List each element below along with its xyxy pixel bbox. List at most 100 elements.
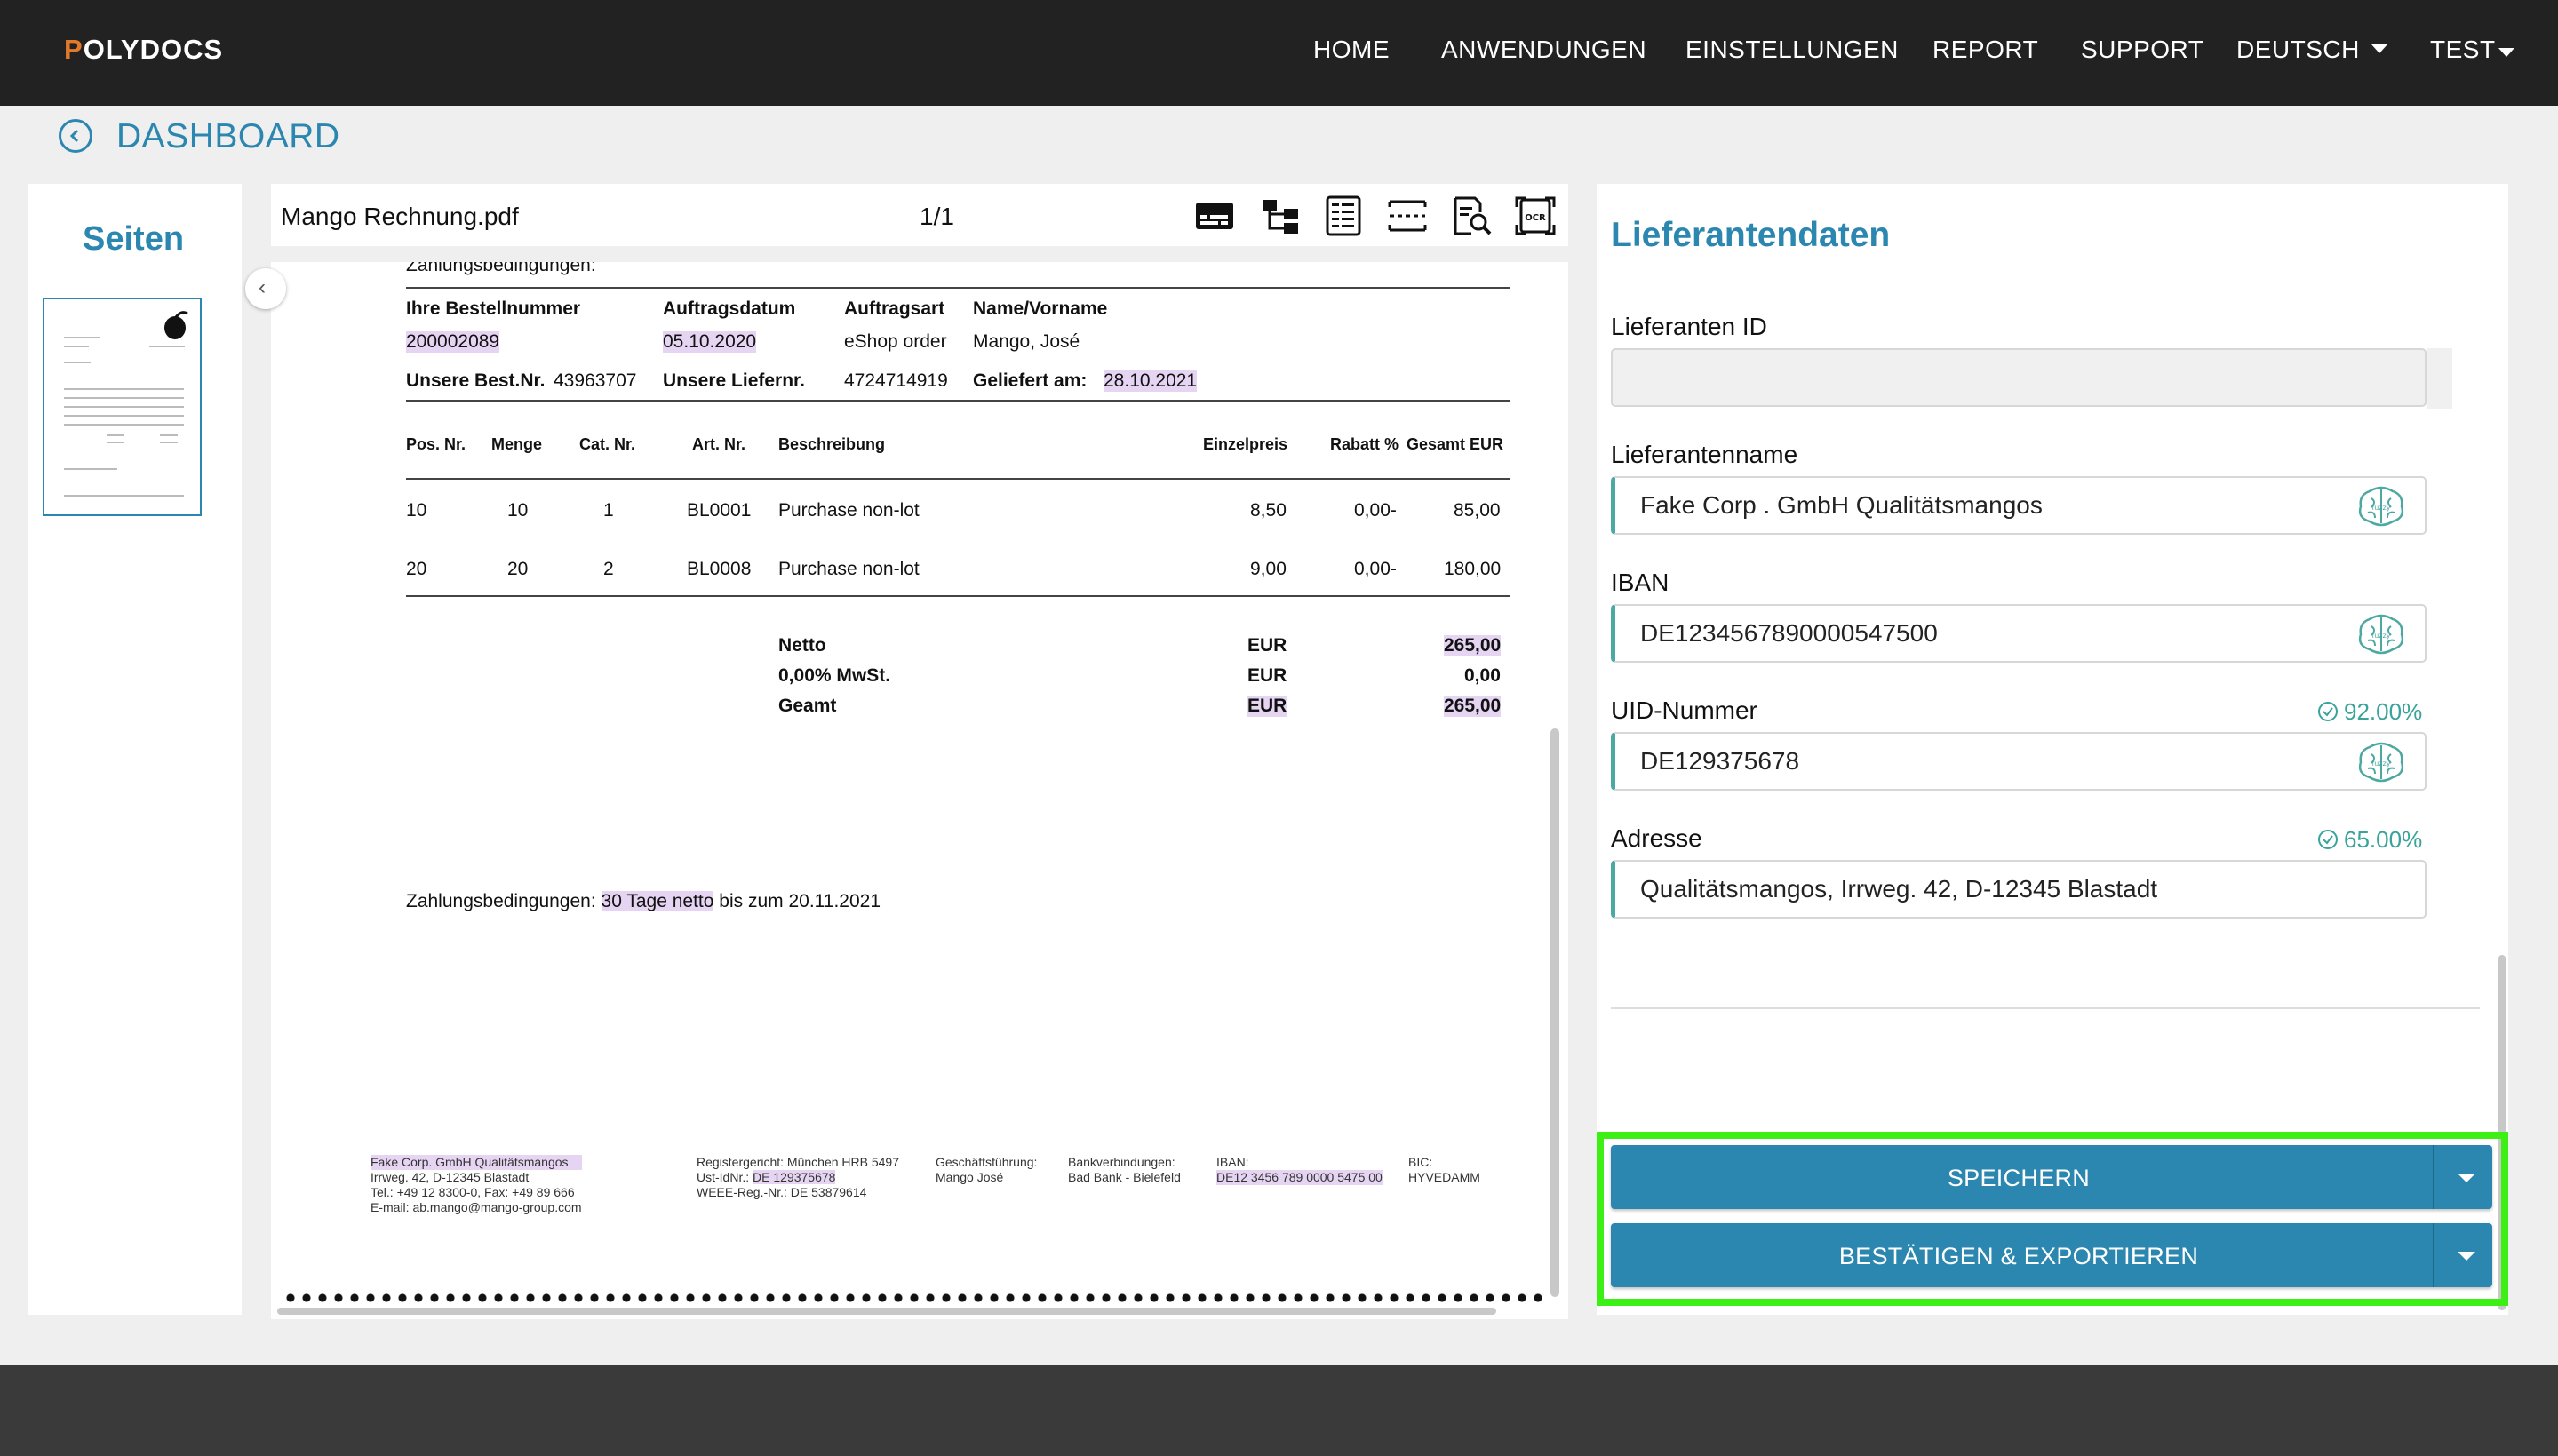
page-thumbnail[interactable] <box>43 298 202 516</box>
name-value: Mango, José <box>973 331 1080 352</box>
check-circle-icon <box>2318 830 2338 849</box>
supplier-id-field[interactable] <box>1611 348 2427 407</box>
svg-text:fuzzy: fuzzy <box>2371 760 2390 768</box>
order-number-header: Ihre Bestellnummer <box>406 298 581 319</box>
col-rabatt: Rabatt % <box>1330 435 1399 453</box>
row2-art: BL0008 <box>687 559 752 579</box>
check-circle-icon <box>2318 702 2338 721</box>
fuzzy-brain-icon[interactable]: fuzzy <box>2354 740 2409 784</box>
field-scroll-track <box>2427 348 2452 409</box>
order-type-header: Auftragsart <box>844 298 945 319</box>
gesamt-label: Geamt <box>778 696 837 716</box>
back-arrow-icon[interactable] <box>59 119 92 153</box>
address-confidence: 65.00% <box>2317 826 2422 854</box>
svg-text:fuzzy: fuzzy <box>2371 504 2390 512</box>
nav-report[interactable]: REPORT <box>1932 36 2038 64</box>
vertical-scrollbar[interactable] <box>1550 728 1559 1297</box>
uid-field[interactable]: DE129375678 fuzzy <box>1611 732 2427 791</box>
polydocs-logo[interactable]: POLYDOCS <box>64 34 223 66</box>
page-break-dots <box>283 1293 1544 1303</box>
pages-panel-title: Seiten <box>83 220 185 258</box>
col-cat: Cat. Nr. <box>579 435 636 453</box>
order-date-header: Auftragsdatum <box>663 298 796 319</box>
name-header: Name/Vorname <box>973 298 1108 319</box>
row1-art: BL0001 <box>687 500 752 521</box>
payment-terms: Zahlungsbedingungen: 30 Tage netto bis z… <box>406 891 881 911</box>
highlight-frame <box>1597 1132 2508 1306</box>
footer-bank: Bankverbindungen: Bad Bank - Bielefeld <box>1068 1155 1181 1184</box>
row1-rabatt: 0,00- <box>1354 500 1397 521</box>
chevron-left-icon: ‹ <box>259 275 266 299</box>
page-title: DASHBOARD <box>116 117 340 155</box>
row1-menge: 10 <box>507 500 529 521</box>
gesamt-value: 265,00 <box>1444 696 1502 717</box>
language-chevron-down-icon[interactable] <box>2371 44 2387 53</box>
bottom-bar <box>0 1365 2558 1456</box>
user-chevron-down-icon[interactable] <box>2498 48 2514 57</box>
uid-confidence: 92.00% <box>2317 698 2422 726</box>
row2-gesamt: 180,00 <box>1444 559 1502 579</box>
row2-cat: 2 <box>603 559 614 579</box>
fuzzy-brain-icon[interactable]: fuzzy <box>2354 484 2409 529</box>
address-label: Adresse <box>1611 824 1702 852</box>
row2-rabatt: 0,00- <box>1354 559 1397 579</box>
col-art: Art. Nr. <box>692 435 746 453</box>
netto-label: Netto <box>778 635 826 656</box>
iban-field[interactable]: DE1234567890000547500 fuzzy <box>1611 604 2427 663</box>
supplier-panel-title: Lieferantendaten <box>1611 216 1891 254</box>
supplier-name-field[interactable]: Fake Corp . GmbH Qualitätsmangos fuzzy <box>1611 476 2427 535</box>
footer-iban: IBAN: DE12 3456 789 0000 5475 00 <box>1216 1155 1383 1185</box>
address-field[interactable]: Qualitätsmangos, Irrweg. 42, D-12345 Bla… <box>1611 860 2427 919</box>
footer-register: Registergericht: München HRB 5497 Ust-Id… <box>697 1155 900 1199</box>
top-navigation-bar: POLYDOCS HOME ANWENDUNGEN EINSTELLUNGEN … <box>0 0 2558 106</box>
language-dropdown[interactable]: DEUTSCH <box>2236 36 2360 64</box>
row2-beschreibung: Purchase non-lot <box>778 559 920 579</box>
user-menu[interactable]: TEST <box>2430 36 2496 64</box>
mwst-currency: EUR <box>1247 665 1287 686</box>
our-delivery-value: 4724714919 <box>844 370 948 391</box>
col-gesamt: Gesamt EUR <box>1407 435 1504 453</box>
text-columns-icon[interactable] <box>1322 195 1365 237</box>
footer-management: Geschäftsführung: Mango José <box>936 1155 1038 1184</box>
svg-text:fuzzy: fuzzy <box>2371 632 2390 640</box>
our-order-label: Unsere Best.Nr. <box>406 370 546 391</box>
collapse-pages-button[interactable]: ‹ <box>245 268 286 309</box>
row2-pos: 20 <box>406 559 427 579</box>
supplier-name-label: Lieferantenname <box>1611 441 1798 468</box>
document-search-icon[interactable] <box>1450 195 1493 237</box>
row2-menge: 20 <box>507 559 529 579</box>
page-indicator: 1/1 <box>920 203 954 230</box>
nav-anwendungen[interactable]: ANWENDUNGEN <box>1441 36 1646 64</box>
nav-einstellungen[interactable]: EINSTELLUNGEN <box>1685 36 1899 64</box>
horizontal-scrollbar[interactable] <box>277 1308 1496 1315</box>
row1-cat: 1 <box>603 500 614 521</box>
netto-currency: EUR <box>1247 635 1287 656</box>
fuzzy-brain-icon[interactable]: fuzzy <box>2354 612 2409 656</box>
nav-home[interactable]: HOME <box>1313 36 1390 64</box>
footer-company: Fake Corp. GmbH Qualitätsmangos Irrweg. … <box>371 1155 582 1214</box>
col-pos: Pos. Nr. <box>406 435 466 453</box>
uid-label: UID-Nummer <box>1611 696 1757 724</box>
rows-split-icon[interactable] <box>1386 195 1429 237</box>
nav-support[interactable]: SUPPORT <box>2081 36 2203 64</box>
col-beschreibung: Beschreibung <box>778 435 886 453</box>
mwst-label: 0,00% MwSt. <box>778 665 891 686</box>
rule <box>406 287 1510 289</box>
footer-bic: BIC: HYVEDAMM <box>1408 1155 1480 1184</box>
col-menge: Menge <box>491 435 543 453</box>
svg-text:OCR: OCR <box>1525 213 1546 223</box>
our-order-value: 43963707 <box>554 370 637 391</box>
rule <box>406 400 1510 402</box>
subtitles-icon[interactable] <box>1193 195 1236 237</box>
ocr-icon[interactable]: OCR <box>1514 195 1557 237</box>
our-delivery-label: Unsere Liefernr. <box>663 370 805 391</box>
divider <box>1611 1007 2480 1009</box>
document-filename: Mango Rechnung.pdf <box>281 203 519 230</box>
supplier-id-label: Lieferanten ID <box>1611 313 1767 340</box>
order-type-value: eShop order <box>844 331 947 352</box>
hierarchy-icon[interactable] <box>1259 195 1302 237</box>
col-einzelpreis: Einzelpreis <box>1203 435 1288 453</box>
order-number-value: 200002089 <box>406 331 500 353</box>
mwst-value: 0,00 <box>1464 665 1501 686</box>
payment-terms-cut: Zahlungsbedingungen: <box>406 262 596 275</box>
